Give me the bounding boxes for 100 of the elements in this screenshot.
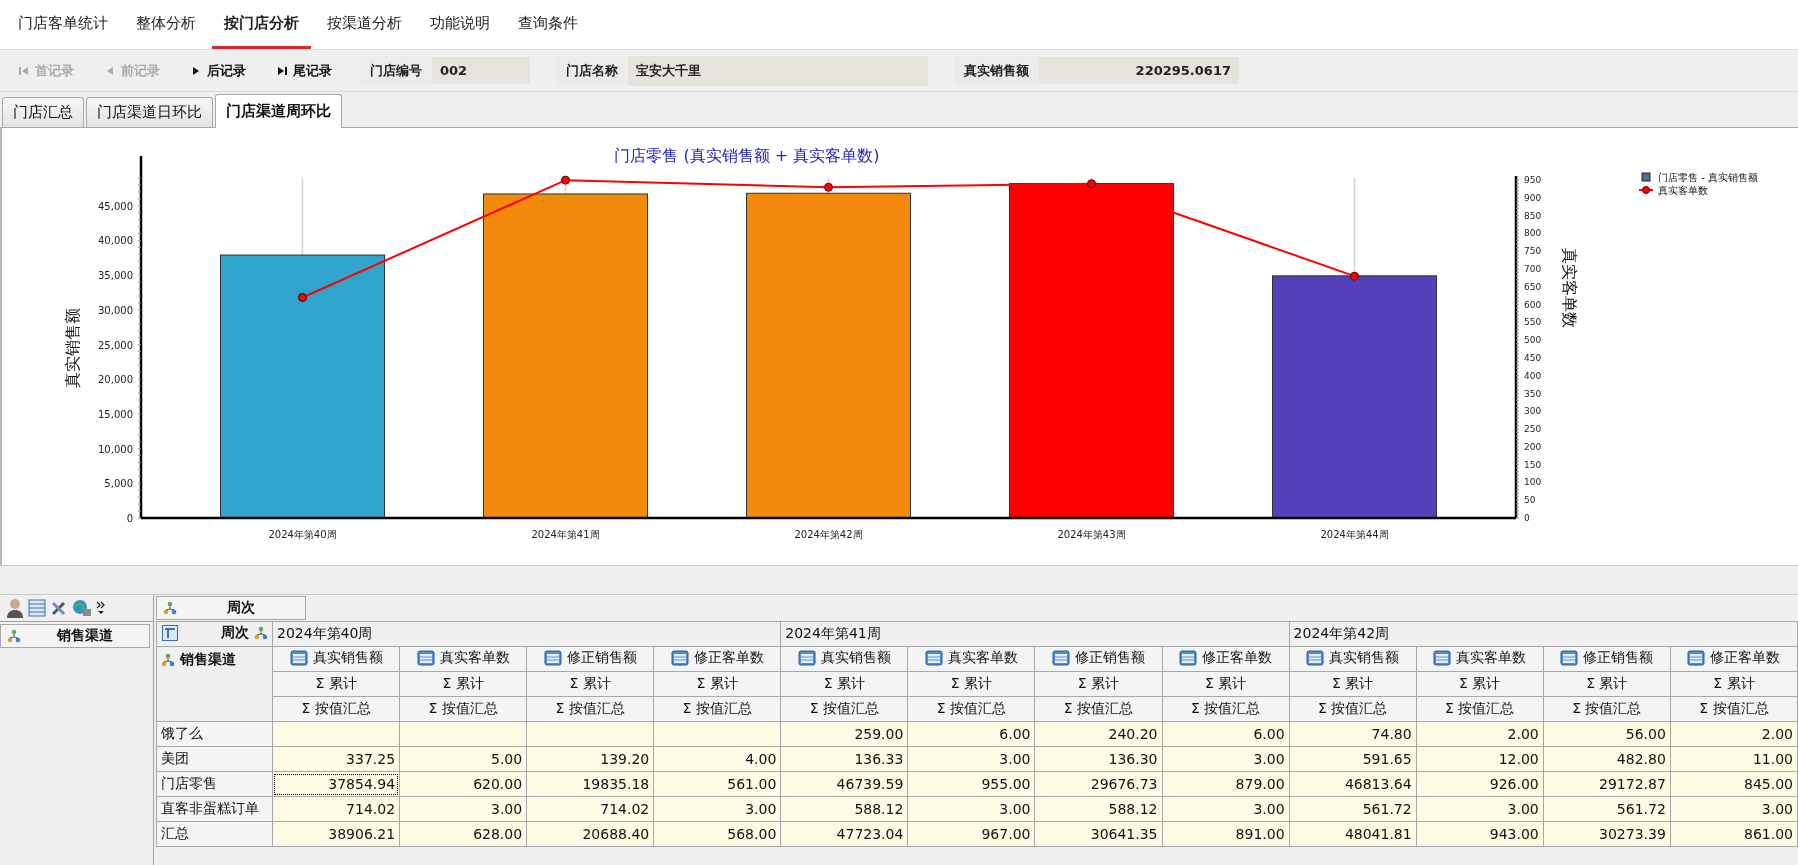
table-cell: 19835.18	[526, 771, 654, 797]
axis-tick-label: 30,000	[98, 304, 133, 316]
table-cell: 561.72	[1289, 796, 1417, 822]
table-cell: 3.00	[1416, 796, 1544, 822]
tab[interactable]: 门店渠道周环比	[215, 94, 342, 128]
table-cell: 20688.40	[526, 821, 654, 847]
tab[interactable]: 门店汇总	[2, 97, 84, 127]
table-cell: 861.00	[1670, 821, 1798, 847]
hierarchy-icon	[161, 653, 175, 667]
column-header: Σ 按值汇总	[1416, 696, 1544, 722]
table-icon	[924, 650, 943, 666]
table-cell: 943.00	[1416, 821, 1544, 847]
axis-tick-label: 700	[1524, 264, 1542, 275]
table-cell: 714.02	[272, 796, 400, 822]
nav-tab[interactable]: 整体分析	[124, 0, 208, 49]
table-cell: 591.65	[1289, 746, 1417, 772]
table-cell: 240.20	[1034, 721, 1163, 747]
data-point	[824, 182, 833, 192]
column-header: 真实客单数	[907, 646, 1035, 672]
table-icon	[1560, 650, 1579, 666]
axis-title: 真实客单数	[1560, 248, 1579, 328]
row-header: 直客非蛋糕订单	[156, 796, 273, 822]
table-cell: 56.00	[1543, 721, 1671, 747]
table-cell: 4.00	[653, 746, 781, 772]
column-header: Σ 按值汇总	[1543, 696, 1671, 722]
column-header: Σ 按值汇总	[780, 696, 908, 722]
table-cell: 3.00	[907, 746, 1035, 772]
grid-toggle-icon[interactable]	[162, 625, 178, 641]
nav-tab[interactable]: 查询条件	[506, 0, 590, 49]
axis-tick-label: 35,000	[98, 270, 133, 282]
hierarchy-icon	[7, 629, 21, 643]
table-cell: 926.00	[1416, 771, 1544, 797]
axis-tick-label: 2024年第40周	[268, 529, 337, 540]
axis-tick-label: 2024年第43周	[1057, 529, 1126, 540]
axis-tick-label: 750	[1524, 246, 1542, 257]
field-label: 门店编号	[360, 55, 432, 86]
column-header: Σ 累计	[653, 671, 781, 697]
table-cell: 482.80	[1543, 746, 1671, 772]
table-cell: 3.00	[1162, 796, 1290, 822]
axis-tick-label: 100	[1524, 477, 1542, 488]
column-header: 修正客单数	[1162, 646, 1290, 672]
header-cell: 周次	[156, 621, 273, 647]
axis-tick-label: 0	[1524, 513, 1530, 523]
axis-tick-label: 650	[1524, 281, 1542, 292]
axis-tick-label: 50	[1524, 495, 1536, 506]
table-icon	[670, 650, 689, 666]
legend-marker	[1638, 186, 1654, 194]
record-nav-button[interactable]: 后记录	[182, 57, 254, 84]
axis-tick-label: 850	[1524, 210, 1542, 221]
column-header: Σ 按值汇总	[399, 696, 527, 722]
row-header: 门店零售	[156, 771, 273, 797]
axis-tick-label: 200	[1524, 441, 1542, 452]
table-cell: 879.00	[1162, 771, 1290, 797]
column-header: Σ 累计	[1034, 671, 1163, 697]
table-icon	[797, 650, 816, 666]
chart-title: 门店零售 (真实销售额 + 真实客单数)	[614, 146, 880, 165]
table-icon	[1179, 650, 1198, 666]
axis-tick-label: 900	[1524, 192, 1542, 203]
column-header: 真实销售额	[1289, 646, 1417, 672]
column-field-button[interactable]: 周次	[156, 596, 306, 620]
chevron-icon[interactable]	[96, 600, 106, 616]
column-header: 2024年第40周	[272, 621, 781, 647]
column-header: 真实销售额	[272, 646, 400, 672]
axis-tick-label: 20,000	[98, 374, 133, 386]
column-header: 2024年第42周	[1289, 621, 1798, 647]
table-icon	[289, 650, 308, 666]
column-header: Σ 按值汇总	[272, 696, 400, 722]
table-cell: 136.30	[1034, 746, 1163, 772]
table-cell: 37854.94	[272, 771, 400, 797]
table-cell: 6.00	[907, 721, 1035, 747]
table-cell: 588.12	[1034, 796, 1163, 822]
table-cell: 29172.87	[1543, 771, 1671, 797]
axis-tick-label: 10,000	[98, 443, 133, 455]
person-icon[interactable]	[6, 598, 24, 618]
column-header: 修正销售额	[1543, 646, 1671, 672]
axis-tick-label: 950	[1524, 175, 1542, 186]
nav-tab[interactable]: 门店客单统计	[6, 0, 120, 49]
column-header: Σ 累计	[1289, 671, 1417, 697]
column-header: 修正销售额	[1034, 646, 1163, 672]
record-nav-button[interactable]: 尾记录	[268, 57, 340, 84]
table-cell: 38906.21	[272, 821, 400, 847]
table-cell: 967.00	[907, 821, 1035, 847]
axis-tick-label: 2024年第42周	[794, 529, 863, 540]
table-cell: 3.00	[907, 796, 1035, 822]
nav-tab[interactable]: 按渠道分析	[315, 0, 414, 49]
tab[interactable]: 门店渠道日环比	[86, 97, 213, 127]
axis-tick-label: 300	[1524, 406, 1542, 417]
nav-tab[interactable]: 功能说明	[418, 0, 502, 49]
column-header: Σ 累计	[1416, 671, 1544, 697]
axis-tick-label: 500	[1524, 335, 1542, 346]
table-cell: 74.80	[1289, 721, 1417, 747]
table-cell: 259.00	[780, 721, 908, 747]
field-value: 宝安大千里	[628, 55, 928, 86]
table-cell: 29676.73	[1034, 771, 1163, 797]
data-point	[561, 175, 570, 185]
axis-tick-label: 600	[1524, 299, 1542, 310]
column-header: Σ 按值汇总	[1670, 696, 1798, 722]
row-field-button[interactable]: 销售渠道	[0, 624, 150, 648]
table-icon[interactable]	[28, 599, 46, 617]
legend-label: 真实客单数	[1658, 185, 1708, 196]
